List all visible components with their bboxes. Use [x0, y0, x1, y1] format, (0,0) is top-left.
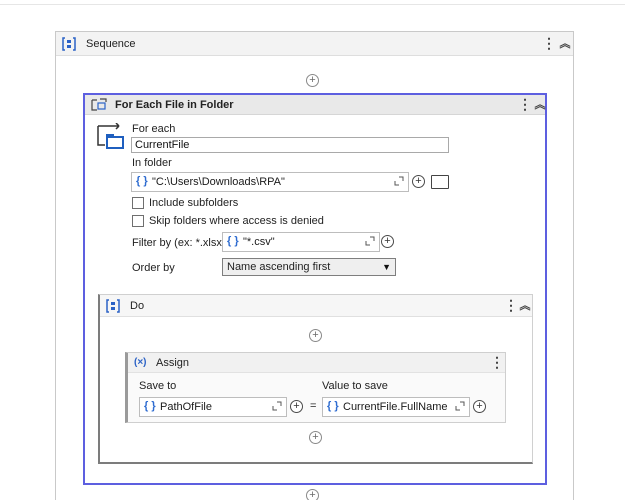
current-item-field[interactable]: CurrentFile [131, 137, 449, 153]
for-each-file-more-icon[interactable]: ⋮ [518, 97, 532, 111]
sequence-title: Sequence [86, 38, 136, 50]
skip-folders-checkbox[interactable] [132, 215, 144, 227]
for-each-file-icon [91, 98, 107, 112]
do-title: Do [130, 300, 145, 312]
add-activity-do-top-icon[interactable]: + [309, 329, 322, 342]
for-each-file-title: For Each File in Folder [115, 99, 234, 111]
expression-icon: { } [144, 400, 156, 412]
value-to-save-value: CurrentFile.FullName [343, 401, 448, 413]
for-each-label: For each [132, 123, 176, 135]
do-container[interactable]: Do ⋮ ︽ + (×) Assign ⋮ Save to { } PathOf… [98, 294, 533, 464]
include-subfolders-checkbox[interactable] [132, 197, 144, 209]
do-collapse-icon[interactable]: ︽ [519, 300, 531, 312]
filter-value: "*.csv" [243, 236, 275, 248]
save-to-label: Save to [139, 380, 177, 392]
sequence-header[interactable]: Sequence ⋮ ︽ [56, 32, 573, 56]
assign-more-icon[interactable]: ⋮ [490, 355, 504, 369]
for-each-folder-icon [95, 122, 127, 154]
assign-header[interactable]: (×) Assign ⋮ [128, 353, 505, 373]
expression-icon: { } [227, 235, 239, 247]
include-subfolders-label: Include subfolders [149, 197, 239, 209]
save-to-field[interactable]: { } PathOfFile [139, 397, 287, 417]
do-sequence-icon [106, 299, 120, 313]
save-to-add-icon[interactable]: + [290, 400, 303, 413]
folder-path-value: "C:\Users\Downloads\RPA" [152, 176, 285, 188]
skip-folders-label: Skip folders where access is denied [149, 215, 324, 227]
assign-title: Assign [156, 357, 190, 369]
for-each-file-collapse-icon[interactable]: ︽ [534, 99, 546, 111]
sequence-more-icon[interactable]: ⋮ [542, 36, 556, 50]
for-each-file-header[interactable]: For Each File in Folder ⋮ ︽ [85, 95, 546, 115]
sequence-icon [62, 37, 76, 51]
value-to-save-add-icon[interactable]: + [473, 400, 486, 413]
do-header[interactable]: Do ⋮ ︽ [100, 295, 532, 317]
value-to-save-field[interactable]: { } CurrentFile.FullName [322, 397, 470, 417]
top-divider [0, 4, 625, 5]
do-more-icon[interactable]: ⋮ [504, 298, 518, 312]
expression-icon: { } [327, 400, 339, 412]
expression-icon: { } [136, 175, 148, 187]
folder-path-add-icon[interactable]: + [412, 175, 425, 188]
filter-field[interactable]: { } "*.csv" [222, 232, 380, 252]
filter-label: Filter by (ex: *.xlsx) [132, 237, 226, 249]
order-by-value: Name ascending first [227, 261, 331, 273]
value-to-save-label: Value to save [322, 380, 388, 392]
expand-editor-icon[interactable] [272, 401, 282, 411]
chevron-down-icon: ▼ [382, 262, 391, 272]
order-by-dropdown[interactable]: Name ascending first ▼ [222, 258, 396, 276]
equals-sign: = [310, 400, 317, 412]
expand-editor-icon[interactable] [365, 236, 375, 246]
assign-icon: (×) [134, 357, 147, 368]
in-folder-label: In folder [132, 157, 172, 169]
save-to-value: PathOfFile [160, 401, 212, 413]
filter-add-icon[interactable]: + [381, 235, 394, 248]
add-activity-do-bottom-icon[interactable]: + [309, 431, 322, 444]
assign-activity[interactable]: (×) Assign ⋮ Save to { } PathOfFile + = … [125, 352, 506, 423]
expand-editor-icon[interactable] [455, 401, 465, 411]
folder-path-field[interactable]: { } "C:\Users\Downloads\RPA" [131, 172, 409, 192]
browse-folder-icon[interactable] [431, 175, 449, 189]
order-by-label: Order by [132, 262, 175, 274]
for-each-file-activity[interactable]: For Each File in Folder ⋮ ︽ For each Cur… [83, 93, 547, 485]
add-activity-top-icon[interactable]: + [306, 74, 319, 87]
add-activity-bottom-icon[interactable]: + [306, 489, 319, 500]
expand-editor-icon[interactable] [394, 176, 404, 186]
sequence-container[interactable]: Sequence ⋮ ︽ + For Each File in Folder ⋮… [55, 31, 574, 500]
sequence-collapse-icon[interactable]: ︽ [559, 38, 571, 50]
